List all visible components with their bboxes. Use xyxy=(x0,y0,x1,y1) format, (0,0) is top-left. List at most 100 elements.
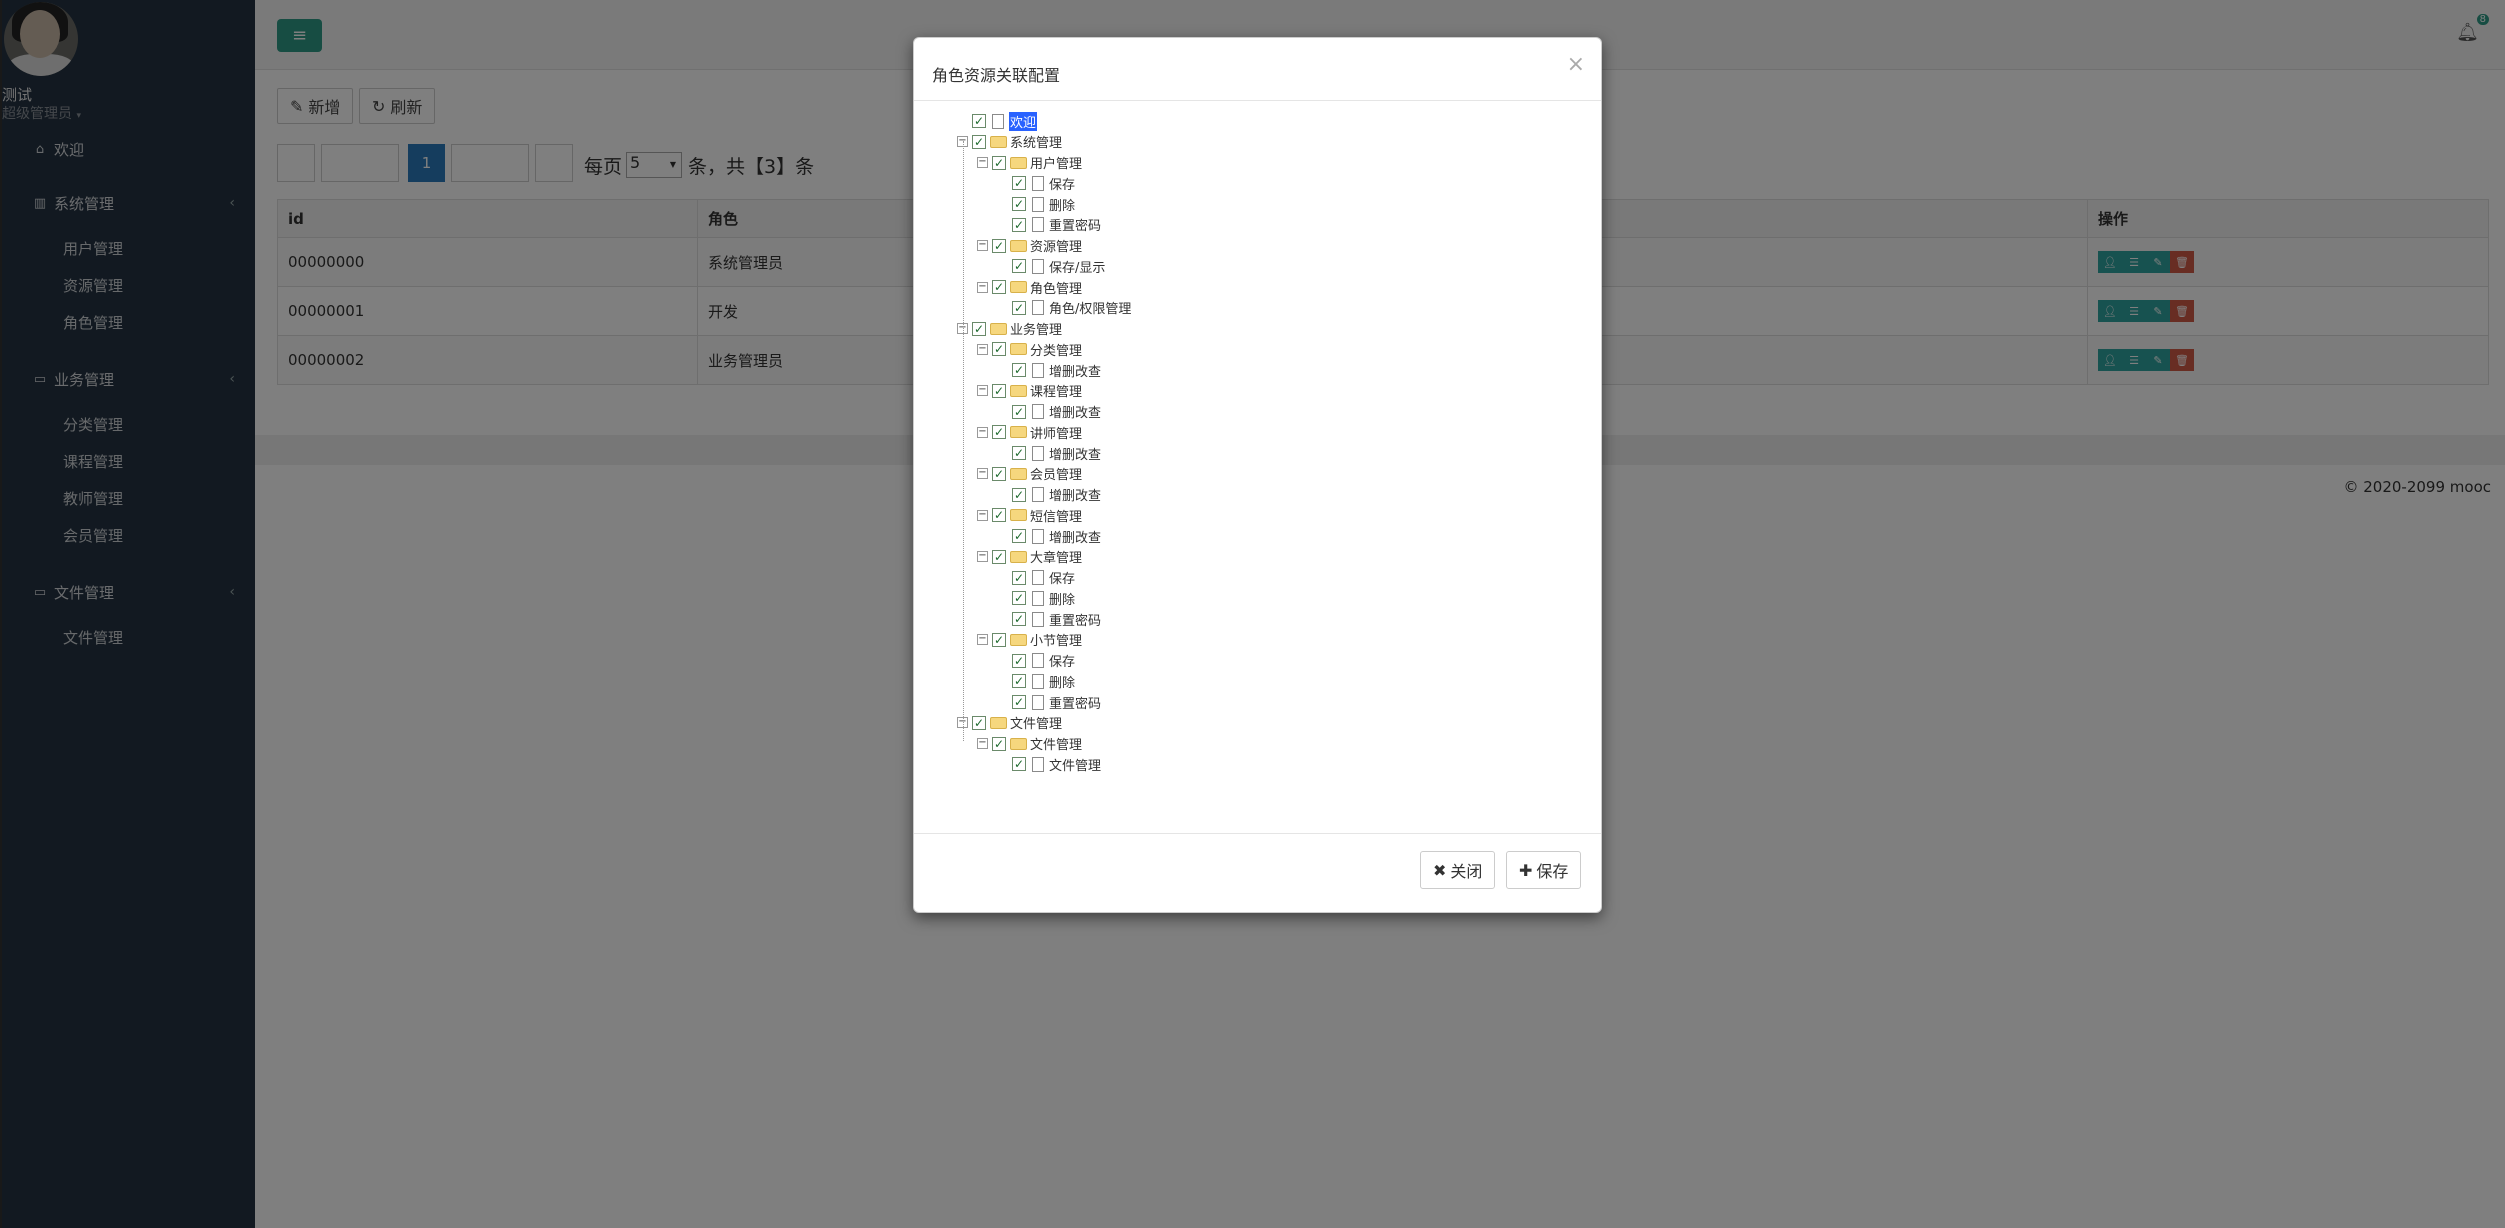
tree-node[interactable]: − ✓ 系统管理 xyxy=(957,132,1062,152)
collapse-toggle-icon[interactable]: − xyxy=(977,468,988,480)
tree-node[interactable]: − ✓ 文件管理 xyxy=(977,734,1082,754)
tree-node[interactable]: − ✓ 讲师管理 xyxy=(977,422,1082,442)
tree-node-label[interactable]: 删除 xyxy=(1049,195,1075,214)
tree-node-label[interactable]: 会员管理 xyxy=(1030,464,1082,483)
collapse-toggle-icon[interactable]: − xyxy=(977,240,988,251)
collapse-toggle-icon[interactable]: − xyxy=(977,738,988,749)
tree-checkbox[interactable]: ✓ xyxy=(992,383,1006,398)
tree-checkbox[interactable]: ✓ xyxy=(992,508,1006,523)
tree-node[interactable]: ✓ 重置密码 xyxy=(997,609,1101,629)
tree-node[interactable]: ✓ 删除 xyxy=(997,588,1075,608)
tree-checkbox[interactable]: ✓ xyxy=(1012,612,1026,626)
tree-node-label[interactable]: 保存 xyxy=(1049,651,1075,670)
tree-node[interactable]: − ✓ 课程管理 xyxy=(977,381,1082,401)
tree-node-label[interactable]: 增删改查 xyxy=(1049,485,1101,504)
tree-node[interactable]: − ✓ 会员管理 xyxy=(977,464,1082,484)
tree-checkbox[interactable]: ✓ xyxy=(1012,217,1026,232)
tree-node[interactable]: ✓ 增删改查 xyxy=(997,485,1101,505)
tree-checkbox[interactable]: ✓ xyxy=(1012,363,1026,377)
tree-checkbox[interactable]: ✓ xyxy=(992,736,1006,751)
tree-node-label[interactable]: 重置密码 xyxy=(1049,215,1101,234)
tree-node[interactable]: ✓ 文件管理 xyxy=(997,754,1101,774)
tree-node-label[interactable]: 业务管理 xyxy=(1010,319,1062,338)
tree-node[interactable]: ✓ 保存 xyxy=(997,568,1075,588)
tree-checkbox[interactable]: ✓ xyxy=(1012,259,1026,274)
collapse-toggle-icon[interactable]: − xyxy=(977,426,988,438)
tree-node-label[interactable]: 重置密码 xyxy=(1049,610,1101,629)
tree-node[interactable]: ✓ 增删改查 xyxy=(997,443,1101,463)
tree-checkbox[interactable]: ✓ xyxy=(992,342,1006,357)
tree-node-label[interactable]: 短信管理 xyxy=(1030,506,1082,525)
tree-node[interactable]: ✓ 保存 xyxy=(997,173,1075,193)
collapse-toggle-icon[interactable]: − xyxy=(977,385,988,397)
tree-node-label[interactable]: 增删改查 xyxy=(1049,444,1101,463)
tree-checkbox[interactable]: ✓ xyxy=(972,134,986,149)
tree-checkbox[interactable]: ✓ xyxy=(992,549,1006,564)
tree-checkbox[interactable]: ✓ xyxy=(1012,529,1026,543)
tree-node-label[interactable]: 讲师管理 xyxy=(1030,423,1082,442)
tree-node-label[interactable]: 资源管理 xyxy=(1030,236,1082,255)
tree-node[interactable]: ✓ 增删改查 xyxy=(997,526,1101,546)
collapse-toggle-icon[interactable]: − xyxy=(977,551,988,563)
collapse-toggle-icon[interactable]: − xyxy=(977,281,988,293)
tree-node-label[interactable]: 小节管理 xyxy=(1030,630,1082,649)
tree-node-label[interactable]: 角色/权限管理 xyxy=(1049,298,1131,317)
tree-checkbox[interactable]: ✓ xyxy=(1012,300,1026,315)
close-button[interactable]: ✖ 关闭 xyxy=(1420,851,1496,889)
tree-node[interactable]: − ✓ 短信管理 xyxy=(977,505,1082,525)
tree-node-label[interactable]: 保存 xyxy=(1049,174,1075,193)
tree-node[interactable]: − ✓ 用户管理 xyxy=(977,153,1082,173)
save-button[interactable]: ✚ 保存 xyxy=(1506,851,1582,889)
tree-node[interactable]: ✓ 增删改查 xyxy=(997,402,1101,422)
tree-checkbox[interactable]: ✓ xyxy=(972,715,986,730)
tree-checkbox[interactable]: ✓ xyxy=(1012,404,1026,419)
tree-node-label[interactable]: 用户管理 xyxy=(1030,153,1082,172)
tree-node[interactable]: − ✓ 小节管理 xyxy=(977,630,1082,650)
tree-checkbox[interactable]: ✓ xyxy=(1012,176,1026,191)
tree-node-label[interactable]: 角色管理 xyxy=(1030,278,1082,297)
tree-node-label[interactable]: 重置密码 xyxy=(1049,693,1101,712)
tree-checkbox[interactable]: ✓ xyxy=(992,425,1006,440)
tree-checkbox[interactable]: ✓ xyxy=(1012,570,1026,585)
tree-node-label[interactable]: 删除 xyxy=(1049,672,1075,691)
tree-checkbox[interactable]: ✓ xyxy=(1012,695,1026,709)
tree-node[interactable]: ✓ 保存 xyxy=(997,651,1075,671)
collapse-toggle-icon[interactable]: − xyxy=(977,509,988,521)
tree-node[interactable]: − ✓ 资源管理 xyxy=(977,236,1082,256)
tree-node[interactable]: ✓ 删除 xyxy=(997,194,1075,214)
close-icon[interactable]: × xyxy=(1567,52,1585,77)
tree-checkbox[interactable]: ✓ xyxy=(1012,197,1026,211)
tree-checkbox[interactable]: ✓ xyxy=(992,466,1006,481)
tree-node-label[interactable]: 大章管理 xyxy=(1030,547,1082,566)
tree-checkbox[interactable]: ✓ xyxy=(992,632,1006,647)
tree-checkbox[interactable]: ✓ xyxy=(1012,591,1026,606)
tree-node-label[interactable]: 增删改查 xyxy=(1049,361,1101,380)
tree-checkbox[interactable]: ✓ xyxy=(972,321,986,336)
tree-checkbox[interactable]: ✓ xyxy=(1012,653,1026,668)
tree-node[interactable]: − ✓ 文件管理 xyxy=(957,713,1062,733)
tree-node-label[interactable]: 保存 xyxy=(1049,568,1075,587)
tree-node-label[interactable]: 增删改查 xyxy=(1049,527,1101,546)
tree-node-label[interactable]: 文件管理 xyxy=(1030,734,1082,753)
tree-node[interactable]: ✓ 删除 xyxy=(997,671,1075,691)
tree-node[interactable]: ✓ 角色/权限管理 xyxy=(997,298,1131,318)
tree-node[interactable]: ✓ 保存/显示 xyxy=(997,256,1105,276)
tree-node[interactable]: − ✓ 业务管理 xyxy=(957,319,1062,339)
tree-node[interactable]: ✓ 重置密码 xyxy=(997,215,1101,235)
collapse-toggle-icon[interactable]: − xyxy=(977,343,988,355)
collapse-toggle-icon[interactable]: − xyxy=(977,157,988,168)
tree-checkbox[interactable]: ✓ xyxy=(992,238,1006,253)
tree-node[interactable]: ✓ 欢迎 xyxy=(957,111,1038,131)
tree-node-label[interactable]: 删除 xyxy=(1049,589,1075,608)
tree-node-label[interactable]: 系统管理 xyxy=(1010,132,1062,151)
tree-node[interactable]: − ✓ 大章管理 xyxy=(977,547,1082,567)
tree-checkbox[interactable]: ✓ xyxy=(1012,487,1026,502)
tree-checkbox[interactable]: ✓ xyxy=(992,155,1006,170)
tree-checkbox[interactable]: ✓ xyxy=(1012,674,1026,689)
tree-checkbox[interactable]: ✓ xyxy=(972,114,986,128)
tree-node-label[interactable]: 欢迎 xyxy=(1009,111,1038,131)
tree-node-label[interactable]: 保存/显示 xyxy=(1049,257,1105,276)
tree-checkbox[interactable]: ✓ xyxy=(992,280,1006,294)
tree-node-label[interactable]: 增删改查 xyxy=(1049,402,1101,421)
tree-node-label[interactable]: 课程管理 xyxy=(1030,381,1082,400)
